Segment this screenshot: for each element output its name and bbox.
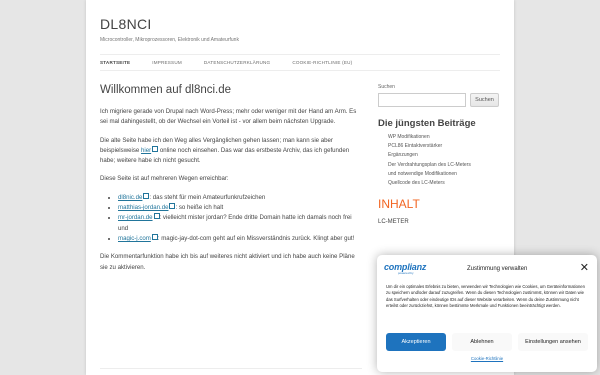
post-paragraph-1: Ich migriere gerade von Drupal nach Word… [100,108,357,126]
external-link-icon [169,203,176,210]
domain-description: : so heiße ich halt [175,204,224,212]
recent-post-item[interactable]: Quellcode des LC-Meters [378,179,500,188]
cookie-policy-link[interactable]: Cookie-Richtlinie [377,356,597,361]
domain-link-dl8nic[interactable]: dl8nic.de [118,194,142,201]
consent-message: Um dir ein optimales Erlebnis zu bieten,… [386,284,585,308]
list-item: dl8nic.de : das steht für mein Amateurfun… [118,192,362,203]
deny-button[interactable]: Ablehnen [452,333,512,351]
close-icon[interactable]: ✕ [580,263,589,274]
post-paragraph-2: Die alte Seite habe ich den Weg alles Ve… [100,136,362,167]
complianz-logo: complianz powered by [384,262,426,275]
recent-post-item[interactable]: PCL86 Eintaktverstärker [378,142,500,151]
domain-link-mr-jordan[interactable]: mr-jordan.de [118,214,153,221]
nav-item-startseite[interactable]: STARTSEITE [100,60,130,65]
site-description: Microcontroller, Mikroprozessoren, Elekt… [100,37,239,43]
archive-link[interactable]: hier [141,147,151,154]
list-item: mr-jordan.de: vielleicht mister jordan? … [118,213,362,234]
nav-item-impressum[interactable]: IMPRESSUM [152,60,182,65]
cookie-consent-dialog: complianz powered by Zustimmung verwalte… [377,255,597,372]
search-label: Suchen [378,84,395,90]
recent-post-item[interactable]: WP Modifikationen [378,133,500,142]
external-link-icon [152,145,159,152]
accept-button[interactable]: Akzeptieren [386,333,446,351]
list-item: matthias-jordan.de : so heiße ich halt [118,203,362,213]
sidebar: Suchen Suchen Die jüngsten Beiträge WP M… [378,84,500,225]
main-navigation: STARTSEITE IMPRESSUM DATENSCHUTZERKLÄRUN… [100,54,500,71]
post-title: Willkommen auf dl8nci.de [100,84,232,96]
contents-title: INHALT [378,197,420,212]
external-link-icon [153,213,160,220]
domain-description: : magic-jay-dot-com geht auf ein Missver… [157,234,355,242]
recent-posts-title: Die jüngsten Beiträge [378,118,476,129]
lc-meter-heading[interactable]: LC-METER [378,219,500,225]
recent-post-item[interactable]: Ergänzungen [378,151,500,160]
view-settings-button[interactable]: Einstellungen ansehen [518,333,588,351]
content-divider [100,368,362,369]
external-link-icon [151,233,158,240]
search-button[interactable]: Suchen [470,93,499,107]
site-title[interactable]: DL8NCI [100,16,152,32]
recent-post-item[interactable]: Der Verdrahtungsplan des LC-Meters [378,161,500,170]
domain-list: dl8nic.de : das steht für mein Amateurfun… [118,192,362,244]
main-content: Willkommen auf dl8nci.de Ich migriere ge… [100,84,362,281]
recent-post-item[interactable]: und notwendige Modifikationen [378,170,500,179]
domain-link-matthias-jordan[interactable]: matthias-jordan.de [118,204,168,211]
domain-link-magic-j[interactable]: magic-j.com [118,235,151,242]
list-item: magic-j.com : magic-jay-dot-com geht auf … [118,233,362,244]
nav-item-cookie-richtlinie[interactable]: COOKIE-RICHTLINIE (EU) [292,60,352,65]
nav-item-datenschutz[interactable]: DATENSCHUTZERKLÄRUNG [204,60,270,65]
post-paragraph-3: Diese Seite ist auf mehreren Wegen errei… [100,175,229,183]
domain-description: : das steht für mein Amateurfunkrufzeich… [149,193,266,201]
consent-title: Zustimmung verwalten [467,266,528,272]
search-form: Suchen [378,93,500,107]
post-paragraph-4: Die Kommentarfunktion habe ich bis auf w… [100,253,355,271]
external-link-icon [143,192,150,199]
search-input[interactable] [378,93,466,107]
recent-posts-list: WP Modifikationen PCL86 Eintaktverstärke… [378,133,500,188]
